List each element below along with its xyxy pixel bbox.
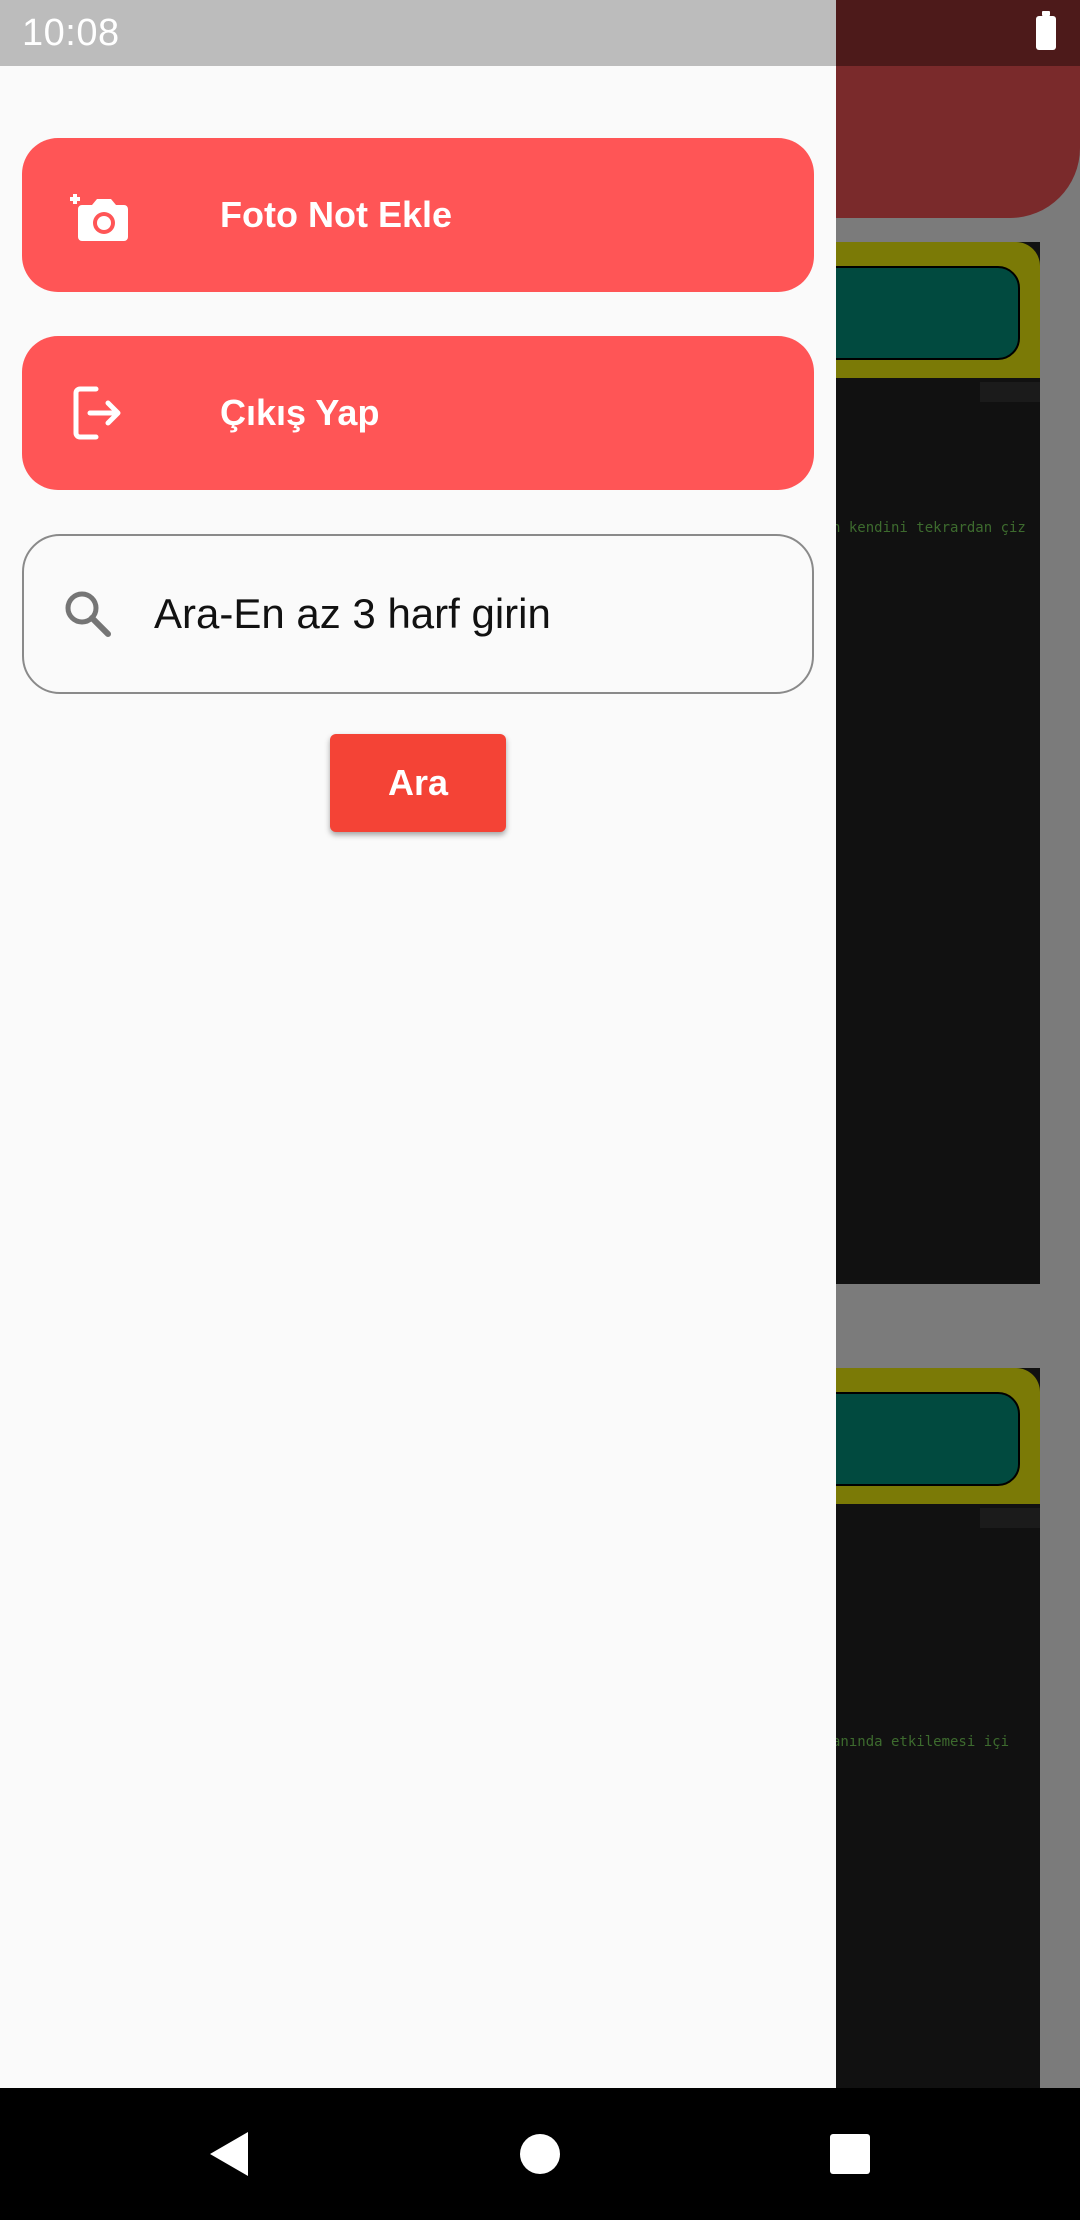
back-triangle-icon[interactable] [204, 2128, 256, 2180]
search-button[interactable]: Ara [330, 734, 506, 832]
navigation-drawer: Foto Not Ekle Çıkış Yap Ara [0, 66, 836, 2088]
logout-icon [66, 381, 130, 445]
logout-button[interactable]: Çıkış Yap [22, 336, 814, 490]
code-toolbar [980, 1508, 1040, 1528]
battery-full-icon [1036, 11, 1056, 50]
background-note-card: n kendini tekrardan çiz [832, 242, 1040, 1284]
status-time: 10:08 [22, 12, 120, 54]
search-input[interactable] [154, 584, 774, 644]
code-text: anında etkilemesi içi [832, 1734, 1010, 1750]
home-circle-icon[interactable] [514, 2128, 566, 2180]
add-photo-note-button[interactable]: Foto Not Ekle [22, 138, 814, 292]
note-card-title-pill [832, 1392, 1020, 1486]
status-bar: 10:08 [0, 0, 1080, 66]
search-icon [60, 586, 116, 642]
code-text: n kendini tekrardan çiz [832, 520, 1026, 536]
background-note-card: anında etkilemesi içi [832, 1368, 1040, 2088]
navigation-bar [0, 2088, 1080, 2220]
recents-square-icon[interactable] [824, 2128, 876, 2180]
add-photo-icon [66, 183, 130, 247]
logout-label: Çıkış Yap [220, 392, 380, 433]
code-toolbar [980, 382, 1040, 402]
search-field[interactable] [22, 534, 814, 694]
add-photo-note-label: Foto Not Ekle [220, 194, 452, 235]
note-card-title-pill [832, 266, 1020, 360]
status-bar-drawer-area [0, 0, 836, 66]
